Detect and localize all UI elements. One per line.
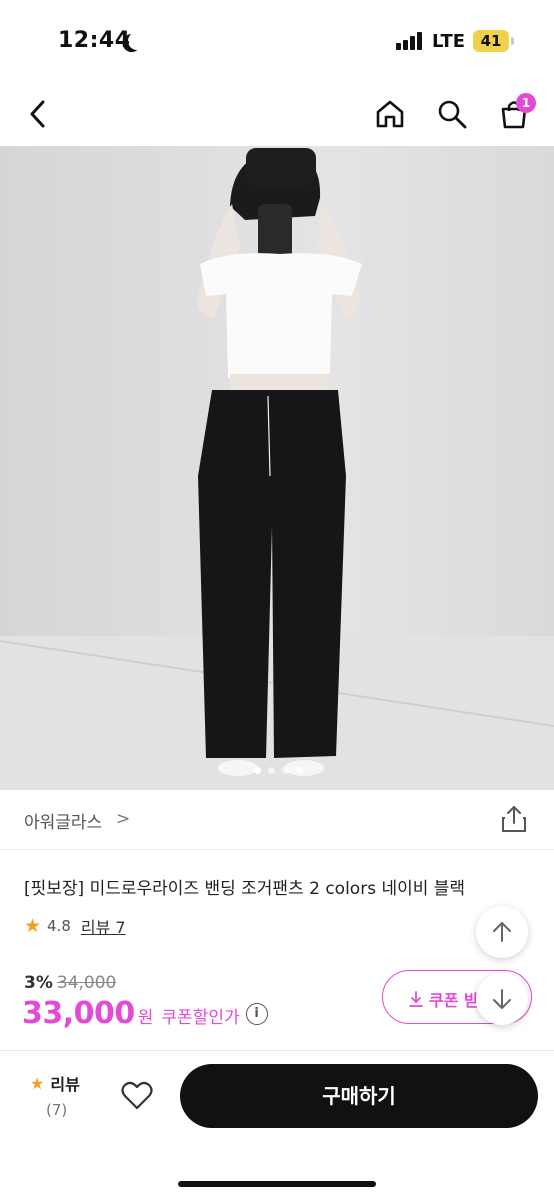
cart-count-badge: 1 bbox=[516, 93, 536, 113]
home-icon bbox=[376, 100, 404, 128]
info-icon[interactable]: i bbox=[245, 1002, 268, 1025]
home-indicator bbox=[178, 1181, 376, 1187]
search-button[interactable] bbox=[434, 96, 470, 132]
home-button[interactable] bbox=[372, 96, 408, 132]
review-count: (7) bbox=[46, 1101, 68, 1119]
sale-price: 33,000 bbox=[22, 996, 135, 1031]
product-photo-illustration bbox=[0, 146, 554, 790]
gallery-dot[interactable] bbox=[254, 767, 261, 774]
search-icon bbox=[438, 100, 467, 129]
network-type: LTE bbox=[432, 31, 466, 52]
gallery-pagination bbox=[254, 767, 303, 775]
product-title: [핏보장] 미드로우라이즈 밴딩 조거팬츠 2 colors 네이비 블랙 bbox=[24, 879, 466, 899]
buy-button[interactable]: 구매하기 bbox=[180, 1064, 538, 1128]
heart-icon bbox=[121, 1081, 153, 1110]
original-price: 34,000 bbox=[56, 973, 117, 993]
coupon-button-label: 쿠폰 받 bbox=[429, 991, 479, 1010]
share-icon bbox=[502, 806, 526, 832]
discount-rate: 3% bbox=[24, 973, 53, 993]
price-row: 33,000 원 쿠폰할인가 i bbox=[22, 996, 268, 1031]
review-summary-button[interactable]: ★ 리뷰 (7) bbox=[30, 1071, 90, 1120]
battery-icon: 41 bbox=[473, 30, 509, 52]
review-summary-top: ★ 리뷰 bbox=[30, 1071, 90, 1095]
currency-unit: 원 bbox=[137, 1008, 154, 1028]
rating-score: 4.8 bbox=[47, 917, 71, 935]
arrow-up-icon bbox=[493, 922, 511, 942]
product-image[interactable] bbox=[0, 146, 554, 790]
gallery-dot[interactable] bbox=[268, 767, 275, 774]
scroll-top-button[interactable] bbox=[476, 906, 528, 958]
gallery-dot[interactable] bbox=[282, 767, 289, 774]
signal-icon bbox=[396, 32, 424, 50]
brand-row[interactable]: 아워글라스 > bbox=[0, 790, 554, 850]
gallery-dot[interactable] bbox=[296, 767, 303, 774]
review-label: 리뷰 bbox=[50, 1075, 80, 1094]
star-icon: ★ bbox=[30, 1073, 45, 1093]
share-button[interactable] bbox=[499, 804, 529, 834]
status-time: 12:44 bbox=[58, 28, 131, 53]
arrow-down-icon bbox=[493, 989, 511, 1009]
scroll-bottom-button[interactable] bbox=[476, 973, 528, 1025]
back-button[interactable] bbox=[20, 96, 56, 132]
nav-bar bbox=[0, 84, 554, 146]
status-bar: 12:44 LTE 41 bbox=[0, 0, 554, 84]
review-link[interactable]: 리뷰 7 bbox=[81, 914, 126, 938]
bottom-action-bar: ★ 리뷰 (7) 구매하기 bbox=[0, 1050, 554, 1200]
chevron-right-icon: > bbox=[116, 809, 131, 829]
wishlist-button[interactable] bbox=[120, 1079, 156, 1115]
star-icon: ★ bbox=[24, 915, 42, 937]
coupon-price-label: 쿠폰할인가 bbox=[161, 1008, 240, 1028]
rating-row: ★ 4.8 리뷰 7 bbox=[24, 914, 126, 938]
download-icon bbox=[409, 991, 423, 1007]
coupon-button-content: 쿠폰 받 bbox=[409, 987, 479, 1011]
battery-tip bbox=[511, 37, 514, 45]
back-icon bbox=[30, 100, 45, 128]
brand-name[interactable]: 아워글라스 bbox=[24, 808, 102, 833]
discount-row: 3% 34,000 bbox=[24, 973, 116, 993]
